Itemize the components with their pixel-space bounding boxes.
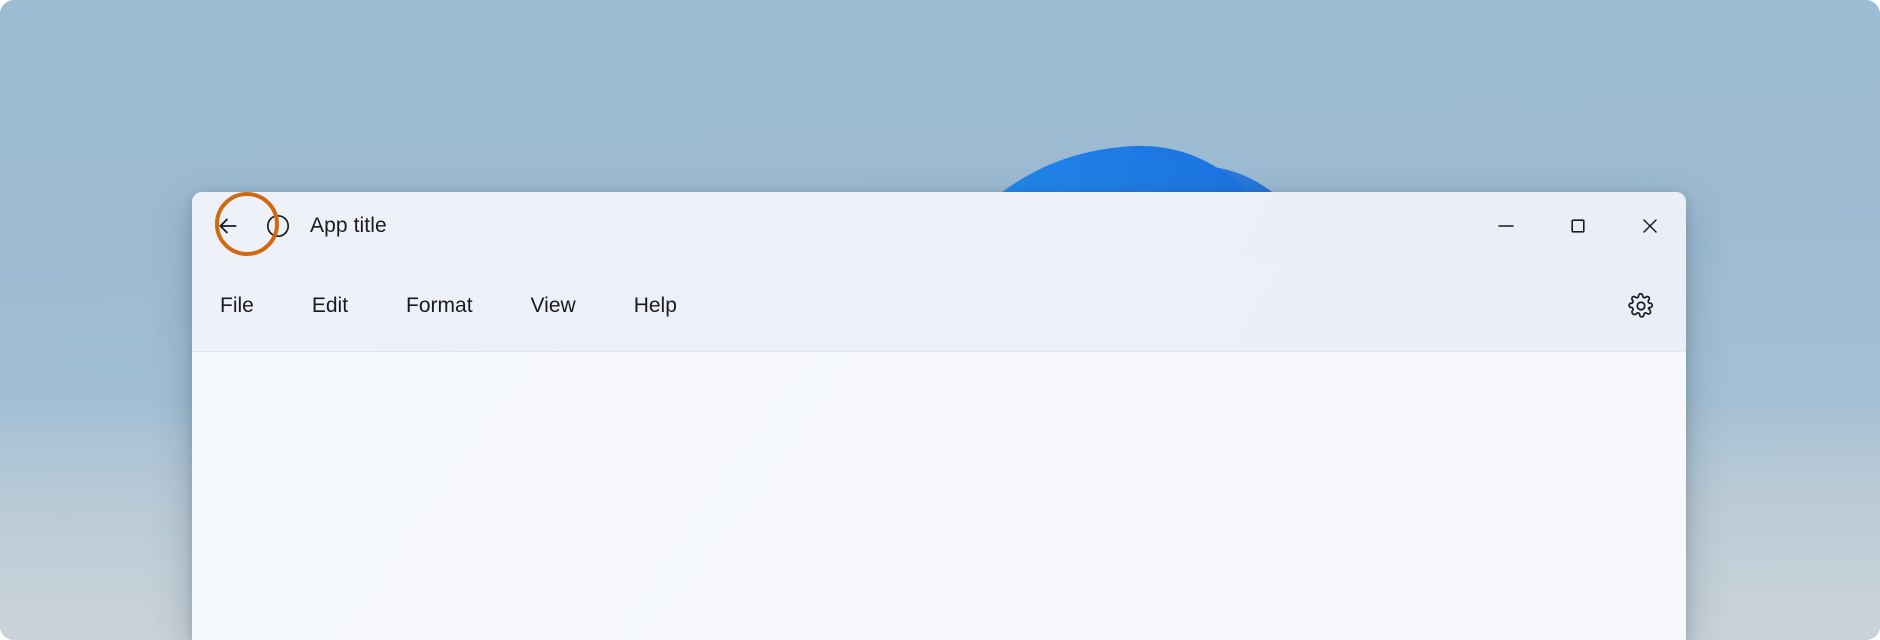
settings-button[interactable] bbox=[1618, 283, 1664, 329]
desktop: App title File Edit Format View Help bbox=[0, 0, 1880, 640]
maximize-button[interactable] bbox=[1542, 192, 1614, 260]
menu-bar: File Edit Format View Help bbox=[192, 260, 1686, 352]
menu-item-edit[interactable]: Edit bbox=[312, 285, 348, 327]
menu-item-format[interactable]: Format bbox=[406, 285, 473, 327]
titlebar-left-group: App title bbox=[192, 192, 387, 260]
app-window: App title File Edit Format View Help bbox=[192, 192, 1686, 640]
window-titlebar[interactable]: App title bbox=[192, 192, 1686, 260]
window-title: App title bbox=[310, 214, 387, 237]
menu-item-view[interactable]: View bbox=[531, 285, 576, 327]
minimize-icon bbox=[1498, 225, 1514, 227]
minimize-button[interactable] bbox=[1470, 192, 1542, 260]
circle-icon bbox=[266, 214, 290, 238]
menu-item-file[interactable]: File bbox=[220, 285, 254, 327]
menu-item-help[interactable]: Help bbox=[634, 285, 677, 327]
app-icon bbox=[256, 204, 300, 248]
close-button[interactable] bbox=[1614, 192, 1686, 260]
gear-icon bbox=[1628, 292, 1654, 318]
maximize-icon bbox=[1571, 219, 1585, 233]
window-content-area[interactable] bbox=[192, 352, 1686, 639]
back-arrow-icon bbox=[219, 218, 237, 234]
close-icon bbox=[1643, 219, 1657, 233]
window-controls bbox=[1470, 192, 1686, 260]
back-button[interactable] bbox=[206, 192, 279, 256]
